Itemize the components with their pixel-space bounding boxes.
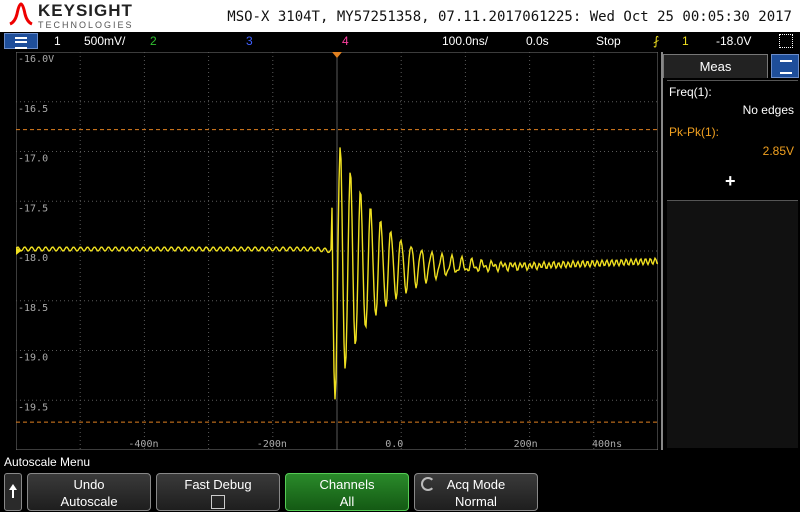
keysight-wave-icon	[9, 2, 33, 26]
add-measurement-button[interactable]: +	[725, 171, 736, 192]
instrument-info: MSO-X 3104T, MY57251358, 07.11.201706122…	[227, 9, 792, 25]
channel-1-scale[interactable]: 500mV/	[84, 34, 125, 48]
status-bar: 1 500mV/ 2 3 4 100.0ns/ 0.0s Stop ⨏ 1 -1…	[0, 32, 800, 50]
measurement-list: Freq(1): No edges Pk-Pk(1): 2.85V +	[667, 80, 798, 200]
brand-name: KEYSIGHT	[38, 1, 133, 20]
meas-label: Pk-Pk(1):	[669, 125, 720, 139]
channel-1-indicator[interactable]: 1	[54, 34, 61, 48]
y-axis-label: -16.0V	[18, 54, 54, 65]
measurement-empty-area	[667, 200, 798, 448]
fast-debug-label: Fast Debug	[184, 477, 252, 492]
horizontal-delay[interactable]: 0.0s	[526, 34, 549, 48]
keysight-logo: KEYSIGHT TECHNOLOGIES	[8, 2, 134, 30]
x-axis-label: 200n	[514, 439, 538, 450]
undo-autoscale-button[interactable]: Undo Autoscale	[27, 473, 151, 511]
meas-menu-icon[interactable]	[771, 54, 799, 78]
channels-label: Channels	[319, 477, 375, 492]
x-axis-label: -400n	[128, 439, 158, 450]
run-state: Stop	[596, 34, 621, 48]
softkey-bar: Undo Autoscale Fast Debug Channels All A…	[0, 472, 800, 512]
x-axis-label: -200n	[257, 439, 287, 450]
y-axis-label: -17.0	[18, 154, 48, 165]
y-axis-label: -17.5	[18, 203, 48, 214]
title-bar: KEYSIGHT TECHNOLOGIES MSO-X 3104T, MY572…	[0, 0, 800, 32]
channel-3-indicator[interactable]: 3	[246, 34, 253, 48]
y-axis-label: -19.5	[18, 402, 48, 413]
channel-2-indicator[interactable]: 2	[150, 34, 157, 48]
x-axis-label: 400ns	[592, 439, 622, 450]
acq-mode-button[interactable]: Acq Mode Normal	[414, 473, 538, 511]
waveform-display[interactable]: -16.0V -16.5 -17.0 -17.5 -18.0 -18.5 -19.0 -19.…	[15, 51, 659, 451]
trigger-source[interactable]: 1	[682, 34, 689, 48]
x-axis-label: 0.0	[385, 439, 403, 450]
meas-label: Freq(1):	[669, 85, 712, 99]
trigger-level[interactable]: -18.0V	[716, 34, 751, 48]
channel-4-indicator[interactable]: 4	[342, 34, 349, 48]
acq-mode-label: Acq Mode	[446, 477, 506, 492]
channels-value: All	[339, 494, 355, 509]
undo-sub-label: Autoscale	[60, 494, 118, 509]
meas-tab[interactable]: Meas	[663, 54, 768, 78]
zoom-icon[interactable]	[779, 34, 793, 48]
y-axis-label: -19.0	[18, 353, 48, 364]
y-axis-label: -18.5	[18, 303, 48, 314]
undo-label: Undo	[73, 477, 105, 492]
channels-button[interactable]: Channels All	[285, 473, 409, 511]
main-menu-button[interactable]	[4, 33, 38, 49]
timebase-scale[interactable]: 100.0ns/	[442, 34, 488, 48]
measurement-panel: Meas Freq(1): No edges Pk-Pk(1): 2.85V +	[661, 52, 800, 450]
y-axis-label: -18.0	[18, 253, 48, 264]
waveform-svg: -16.0V -16.5 -17.0 -17.5 -18.0 -18.5 -19.0 -19.…	[15, 51, 659, 451]
meas-value: No edges	[742, 103, 794, 117]
fast-debug-button[interactable]: Fast Debug	[156, 473, 280, 511]
y-axis-label: -16.5	[18, 104, 48, 115]
brand-sub: TECHNOLOGIES	[38, 20, 134, 30]
softkey-menu-title: Autoscale Menu	[4, 455, 91, 469]
acq-mode-value: Normal	[455, 494, 497, 509]
meas-value: 2.85V	[762, 144, 794, 158]
trigger-edge-icon: ⨏	[653, 34, 660, 48]
fast-debug-checkbox[interactable]	[211, 495, 225, 509]
menu-back-button[interactable]	[4, 473, 22, 511]
